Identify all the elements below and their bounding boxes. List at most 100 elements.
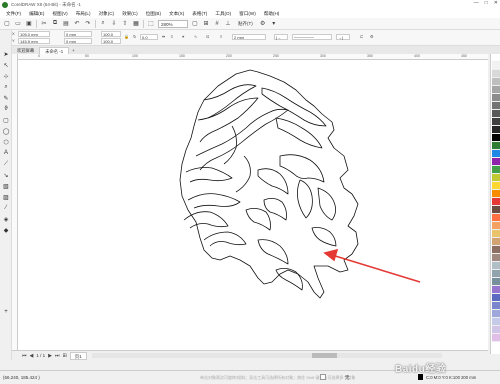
x-position-input[interactable]: 105.0 mm (18, 31, 50, 37)
color-swatch[interactable] (492, 118, 500, 126)
color-swatch[interactable] (492, 286, 500, 294)
color-swatch[interactable] (492, 78, 500, 86)
add-tool-icon[interactable]: + (2, 308, 10, 316)
snap-to-button[interactable]: 贴齐(T) (235, 20, 256, 28)
menu-file[interactable]: 文件(F) (2, 11, 25, 17)
color-swatch[interactable] (492, 238, 500, 246)
color-swatch[interactable] (492, 94, 500, 102)
next-page-icon[interactable]: ▶ (48, 353, 52, 359)
interactive-fill-icon[interactable]: ◈ (2, 215, 10, 223)
open-folder-icon[interactable]: ▭ (14, 20, 22, 28)
color-swatch[interactable] (492, 214, 500, 222)
full-screen-preview-icon[interactable]: ▢ (191, 20, 199, 28)
search-content-icon[interactable]: ⌕ (99, 20, 107, 28)
color-swatch[interactable] (492, 230, 500, 238)
color-swatch[interactable] (492, 134, 500, 142)
last-page-icon[interactable]: ⏭ (55, 353, 60, 359)
width-input[interactable]: 0 mm (64, 31, 92, 37)
pdf-icon[interactable]: ▦ (132, 20, 140, 28)
save-icon[interactable]: ▣ (25, 20, 33, 28)
tab-document[interactable]: 未命名 -1 (39, 47, 70, 54)
y-position-input[interactable]: 145.5 mm (18, 38, 50, 44)
color-swatch[interactable] (492, 206, 500, 214)
cut-icon[interactable]: ✂ (40, 20, 48, 28)
outline-width-select[interactable]: 2 mm (232, 34, 266, 40)
drawing-canvas[interactable] (18, 60, 488, 350)
zoom-level-select[interactable]: 280% (158, 19, 188, 28)
smooth-curve-icon[interactable]: ∿ (194, 34, 197, 39)
menu-object[interactable]: 对象(C) (95, 11, 119, 17)
color-swatch[interactable] (492, 294, 500, 302)
zoom-tool-icon[interactable]: ⌕ (2, 83, 10, 91)
color-swatch[interactable] (492, 174, 500, 182)
menu-text[interactable]: 文本(X) (165, 11, 188, 17)
scale-x-input[interactable]: 100.0 (101, 31, 121, 37)
horizontal-scrollbar[interactable] (92, 353, 442, 358)
artistic-media-icon[interactable]: ϑ (2, 105, 10, 113)
start-arrowhead-select[interactable]: |→ (274, 34, 288, 40)
smart-fill-icon[interactable]: ◆ (2, 226, 10, 234)
ellipse-tool-icon[interactable]: ◯ (2, 127, 10, 135)
shape-tool-icon[interactable]: ⌖ (182, 34, 184, 39)
lion-outline-drawing[interactable] (18, 60, 488, 350)
height-input[interactable]: 0 mm (64, 38, 92, 44)
close-button[interactable]: ✕ (494, 0, 498, 6)
undo-icon[interactable]: ↶ (73, 20, 81, 28)
end-arrowhead-select[interactable]: →| (336, 34, 350, 40)
color-swatch[interactable] (492, 62, 500, 70)
menu-bitmaps[interactable]: 位图(B) (142, 11, 165, 17)
color-swatch[interactable] (492, 262, 500, 270)
color-swatch[interactable] (492, 158, 500, 166)
color-swatch[interactable] (492, 150, 500, 158)
color-swatch[interactable] (492, 222, 500, 230)
shape-tool-icon[interactable]: ↖ (2, 61, 10, 69)
menu-layout[interactable]: 布局(L) (72, 11, 95, 17)
color-swatch[interactable] (492, 70, 500, 78)
scrollbar-thumb[interactable] (312, 353, 337, 358)
guidelines-icon[interactable]: ⊥ (224, 20, 232, 28)
add-page-icon[interactable]: ⊞ (63, 353, 67, 359)
maximize-button[interactable]: □ (485, 0, 488, 6)
rectangle-tool-icon[interactable]: ▢ (2, 116, 10, 124)
color-swatch[interactable] (492, 318, 500, 326)
rulers-icon[interactable]: ⊞ (202, 20, 210, 28)
color-swatch[interactable] (492, 190, 500, 198)
color-swatch[interactable] (492, 110, 500, 118)
pick-tool-icon[interactable]: ➤ (2, 50, 10, 58)
line-style-select[interactable]: ─────── (292, 34, 332, 40)
color-swatch[interactable] (492, 302, 500, 310)
redo-icon[interactable]: ↷ (84, 20, 92, 28)
first-page-icon[interactable]: ⏮ (22, 353, 27, 359)
color-swatch[interactable] (492, 182, 500, 190)
color-swatch[interactable] (492, 54, 500, 62)
lock-ratio-icon[interactable]: 🔒 (124, 34, 129, 39)
fill-color-indicator[interactable] (320, 374, 326, 380)
menu-effects[interactable]: 效果(C) (118, 11, 142, 17)
color-swatch[interactable] (492, 86, 500, 94)
color-swatch[interactable] (492, 326, 500, 334)
add-tab-button[interactable]: + (69, 47, 78, 54)
color-swatch[interactable] (492, 254, 500, 262)
mirror-vertical-icon[interactable]: ⇳ (170, 34, 173, 39)
export-icon[interactable]: ⇧ (121, 20, 129, 28)
color-swatch[interactable] (492, 126, 500, 134)
menu-window[interactable]: 窗口(W) (235, 11, 260, 17)
polygon-tool-icon[interactable]: ⬡ (2, 138, 10, 146)
mirror-horizontal-icon[interactable]: ⇹ (162, 34, 165, 39)
copy-icon[interactable]: ⧉ (51, 20, 59, 28)
launch-icon[interactable]: ▾ (270, 20, 278, 28)
color-swatch[interactable] (492, 142, 500, 150)
scale-y-input[interactable]: 100.0 (101, 38, 121, 44)
prev-page-icon[interactable]: ◀ (30, 353, 34, 359)
menu-tools[interactable]: 工具(O) (211, 11, 235, 17)
close-curve-icon[interactable]: ⊏ (360, 34, 363, 39)
menu-view[interactable]: 视图(V) (48, 11, 71, 17)
text-tool-icon[interactable]: A (2, 149, 10, 157)
minimize-button[interactable]: — (474, 0, 479, 6)
menu-table[interactable]: 表格(T) (188, 11, 211, 17)
color-swatch[interactable] (492, 166, 500, 174)
crop-tool-icon[interactable]: ⊹ (2, 72, 10, 80)
page-tab[interactable]: 页1 (69, 351, 87, 360)
color-swatch[interactable] (492, 246, 500, 254)
rotation-angle-input[interactable]: 0.0 (140, 34, 158, 40)
